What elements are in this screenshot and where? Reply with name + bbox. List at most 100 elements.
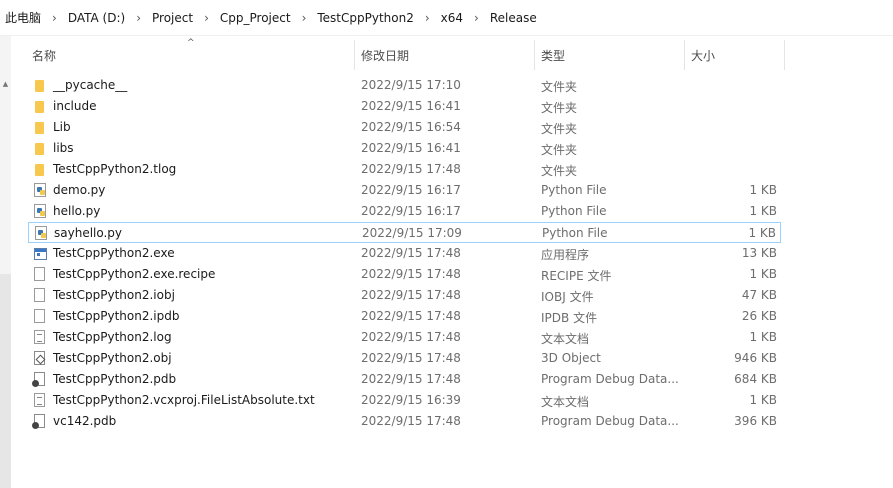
file-modified-date: 2022/9/15 17:48 [361, 288, 461, 302]
blank-file-icon [34, 288, 45, 302]
file-name: TestCppPython2.log [53, 330, 172, 344]
breadcrumb-item[interactable]: 此电脑 [3, 9, 43, 26]
file-modified-date: 2022/9/15 17:10 [361, 78, 461, 92]
file-size: 396 KB [734, 414, 777, 428]
column-header-bar: ^ 名称 修改日期 类型 大小 [11, 36, 893, 74]
column-divider[interactable] [354, 40, 355, 70]
file-type: Program Debug Data... [541, 414, 679, 428]
file-type: 文件夹 [541, 122, 578, 136]
breadcrumb-separator-icon[interactable]: › [127, 11, 150, 25]
file-type: Python File [541, 204, 607, 218]
debug-database-icon [32, 372, 45, 387]
file-name: TestCppPython2.exe.recipe [53, 267, 216, 281]
application-icon [34, 248, 47, 260]
file-row[interactable]: TestCppPython2.tlog 2022/9/15 17:48 文件夹 [28, 159, 781, 180]
file-modified-date: 2022/9/15 16:17 [361, 183, 461, 197]
file-name: TestCppPython2.exe [53, 246, 175, 260]
file-row[interactable]: TestCppPython2.exe 2022/9/15 17:48 应用程序 13 … [28, 243, 781, 264]
column-header-date[interactable]: 修改日期 [361, 47, 409, 64]
breadcrumb-separator-icon[interactable]: › [195, 11, 218, 25]
file-row[interactable]: TestCppPython2.exe.recipe 2022/9/15 17:48… [28, 264, 781, 285]
3d-object-icon [34, 351, 45, 365]
breadcrumb-item[interactable]: Cpp_Project [218, 11, 293, 25]
file-name: TestCppPython2.tlog [53, 162, 177, 176]
column-header-type[interactable]: 类型 [541, 47, 565, 64]
file-name: hello.py [53, 204, 101, 218]
file-row[interactable]: hello.py 2022/9/15 16:17 Python File 1 KB [28, 201, 781, 222]
file-row[interactable]: vc142.pdb 2022/9/15 17:48 Program Debug Da… [28, 411, 781, 432]
file-type: 文本文档 [541, 395, 590, 409]
column-header-size[interactable]: 大小 [691, 47, 715, 64]
file-row[interactable]: TestCppPython2.iobj 2022/9/15 17:48 IOBJ 文… [28, 285, 781, 306]
file-row[interactable]: sayhello.py 2022/9/15 17:09 Python File 1 K… [28, 222, 781, 243]
file-modified-date: 2022/9/15 16:17 [361, 204, 461, 218]
file-type: 文件夹 [541, 80, 578, 94]
file-type: Python File [541, 183, 607, 197]
breadcrumb-item[interactable]: x64 [439, 11, 465, 25]
file-row[interactable]: include 2022/9/15 16:41 文件夹 [28, 96, 781, 117]
python-file-icon [35, 226, 47, 240]
file-name: sayhello.py [54, 226, 123, 240]
breadcrumb-item[interactable]: Release [488, 11, 539, 25]
python-file-icon [34, 183, 46, 197]
file-name: TestCppPython2.ipdb [53, 309, 180, 323]
file-modified-date: 2022/9/15 17:48 [361, 351, 461, 365]
file-type: RECIPE 文件 [541, 269, 612, 283]
scrollbar-thumb[interactable] [0, 274, 11, 488]
folder-icon [35, 164, 44, 176]
file-row[interactable]: demo.py 2022/9/15 16:17 Python File 1 KB [28, 180, 781, 201]
file-row[interactable]: __pycache__ 2022/9/15 17:10 文件夹 [28, 75, 781, 96]
breadcrumb-separator-icon[interactable]: › [465, 11, 488, 25]
file-row[interactable]: TestCppPython2.vcxproj.FileListAbsolute.… [28, 390, 781, 411]
file-modified-date: 2022/9/15 17:48 [361, 246, 461, 260]
column-header-name[interactable]: 名称 [32, 47, 56, 64]
file-size: 47 KB [741, 288, 777, 302]
file-size: 1 KB [749, 183, 777, 197]
file-name: __pycache__ [53, 78, 128, 92]
breadcrumb: 此电脑 › DATA (D:) › Project › Cpp_Project › TestCp… [0, 0, 893, 36]
python-file-icon [34, 204, 46, 218]
file-row[interactable]: Lib 2022/9/15 16:54 文件夹 [28, 117, 781, 138]
file-type: Python File [542, 226, 608, 240]
file-modified-date: 2022/9/15 16:39 [361, 393, 461, 407]
scroll-up-icon[interactable]: ▲ [0, 76, 11, 92]
navigation-pane-scrollbar[interactable]: ▲ [0, 36, 11, 488]
blank-file-icon [34, 309, 45, 323]
file-type: IOBJ 文件 [541, 290, 594, 304]
folder-icon [35, 122, 44, 134]
file-modified-date: 2022/9/15 17:48 [361, 330, 461, 344]
breadcrumb-separator-icon[interactable]: › [293, 11, 316, 25]
file-type: 文件夹 [541, 143, 578, 157]
file-name: libs [53, 141, 74, 155]
column-divider[interactable] [684, 40, 685, 70]
file-size: 1 KB [748, 226, 776, 240]
blank-file-icon [34, 267, 45, 281]
file-type: IPDB 文件 [541, 311, 598, 325]
file-modified-date: 2022/9/15 17:09 [362, 226, 462, 240]
file-size: 1 KB [749, 393, 777, 407]
file-row[interactable]: TestCppPython2.ipdb 2022/9/15 17:48 IPDB 文… [28, 306, 781, 327]
breadcrumb-item[interactable]: Project [150, 11, 195, 25]
file-name: TestCppPython2.vcxproj.FileListAbsolute.… [53, 393, 315, 407]
text-file-icon [34, 393, 45, 407]
debug-database-icon [32, 414, 45, 429]
file-modified-date: 2022/9/15 17:48 [361, 162, 461, 176]
breadcrumb-separator-icon[interactable]: › [416, 11, 439, 25]
file-row[interactable]: TestCppPython2.pdb 2022/9/15 17:48 Program… [28, 369, 781, 390]
file-size: 13 KB [741, 246, 777, 260]
file-name: include [53, 99, 97, 113]
folder-icon [35, 80, 44, 92]
breadcrumb-separator-icon[interactable]: › [43, 11, 66, 25]
file-row[interactable]: TestCppPython2.obj 2022/9/15 17:48 3D Obje… [28, 348, 781, 369]
column-divider[interactable] [534, 40, 535, 70]
breadcrumb-item[interactable]: TestCppPython2 [315, 11, 415, 25]
column-divider[interactable] [784, 40, 785, 70]
file-row[interactable]: libs 2022/9/15 16:41 文件夹 [28, 138, 781, 159]
text-file-icon [34, 330, 45, 344]
breadcrumb-item[interactable]: DATA (D:) [66, 11, 127, 25]
sort-ascending-icon: ^ [187, 38, 195, 48]
file-size: 26 KB [741, 309, 777, 323]
file-name: TestCppPython2.iobj [53, 288, 175, 302]
file-size: 1 KB [749, 267, 777, 281]
file-row[interactable]: TestCppPython2.log 2022/9/15 17:48 文本文档 1 K… [28, 327, 781, 348]
